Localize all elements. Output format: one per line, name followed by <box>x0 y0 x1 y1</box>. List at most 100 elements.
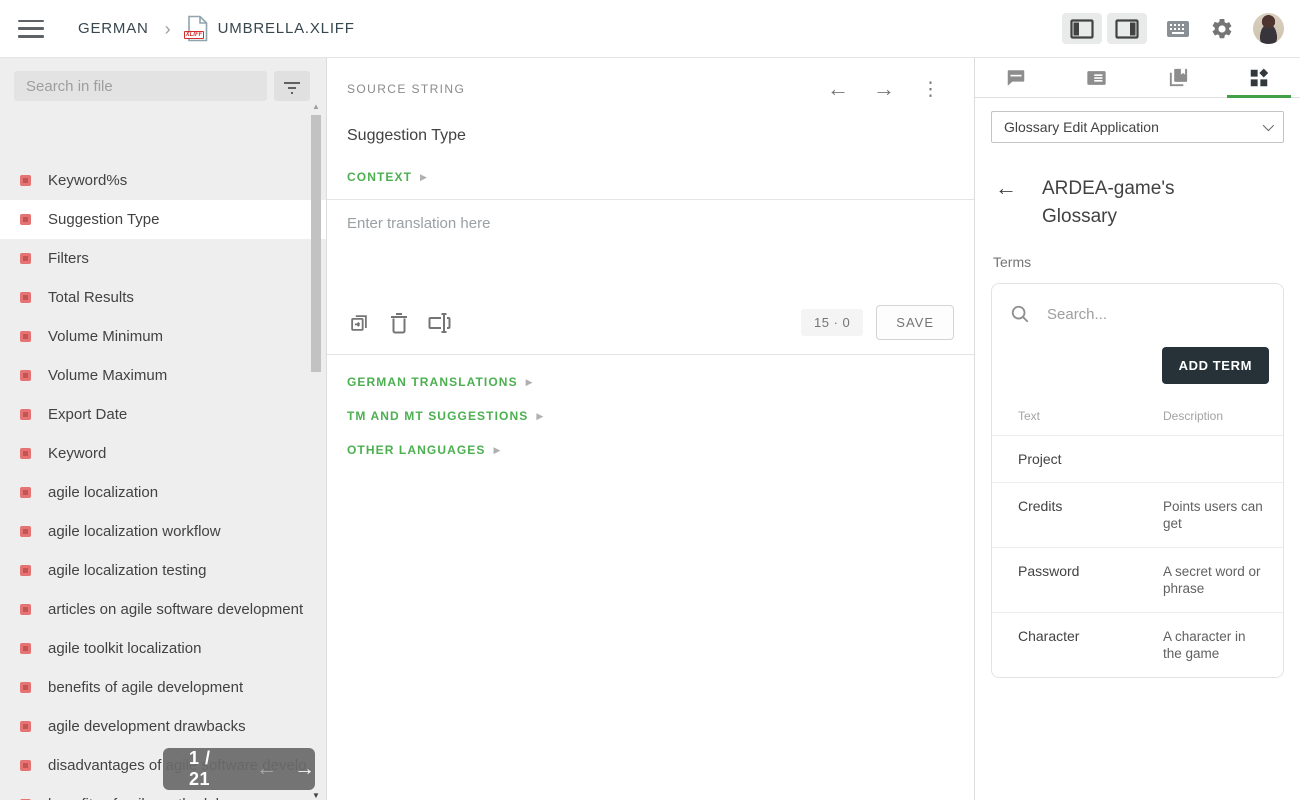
term-description: A secret word or phrase <box>1163 563 1268 597</box>
copy-icon <box>348 312 370 334</box>
page-indicator: 1 / 21 <box>189 748 232 790</box>
string-list-item[interactable]: agile development drawbacks <box>0 707 326 746</box>
sidebar-scrollbar[interactable]: ▲ ▼ <box>309 102 323 800</box>
terms-card: ADD TERM Text Description ProjectCredits… <box>991 283 1284 678</box>
term-row[interactable]: CharacterA character in the game <box>992 612 1283 677</box>
copy-source-button[interactable] <box>347 311 371 335</box>
string-list-item[interactable]: agile toolkit localization <box>0 629 326 668</box>
glossary-app-select-value: Glossary Edit Application <box>1004 119 1263 135</box>
section-toggle[interactable]: OTHER LANGUAGES▶ <box>347 443 954 457</box>
xliff-file-icon: XLIFF <box>187 15 209 42</box>
string-label: Volume Maximum <box>48 367 167 384</box>
more-options-icon[interactable]: ⋮ <box>921 80 940 99</box>
string-status-icon <box>20 448 31 459</box>
string-status-icon <box>20 253 31 264</box>
term-description: A character in the game <box>1163 628 1268 662</box>
right-panel: Glossary Edit Application ← ARDEA-game's… <box>975 58 1300 800</box>
string-list-item[interactable]: agile localization <box>0 473 326 512</box>
string-list-item[interactable]: benefits of agile development <box>0 668 326 707</box>
filter-icon <box>282 76 302 96</box>
translation-memory-icon <box>1085 67 1108 89</box>
chevron-right-icon: › <box>165 20 171 38</box>
term-row[interactable]: Project <box>992 435 1283 482</box>
topbar: GERMAN › XLIFF UMBRELLA.XLIFF <box>0 0 1300 58</box>
string-list-item[interactable]: agile localization testing <box>0 551 326 590</box>
add-term-button[interactable]: ADD TERM <box>1162 347 1269 384</box>
menu-icon[interactable] <box>18 20 44 38</box>
string-list: Keyword%sSuggestion TypeFiltersTotal Res… <box>0 161 326 800</box>
search-icon <box>1010 304 1030 324</box>
string-list-item[interactable]: Keyword <box>0 434 326 473</box>
string-label: benefits of agile development <box>48 679 243 696</box>
panel-tabs <box>975 58 1300 98</box>
scroll-down-icon[interactable]: ▼ <box>309 791 323 800</box>
terms-table: ProjectCreditsPoints users can getPasswo… <box>992 435 1283 677</box>
string-list-item[interactable]: Total Results <box>0 278 326 317</box>
tab-translations[interactable] <box>1056 58 1137 97</box>
keyboard-shortcuts-button[interactable] <box>1165 16 1191 42</box>
panel-left-icon <box>1070 19 1094 39</box>
string-status-icon <box>20 760 31 771</box>
expand-triangle-icon: ▶ <box>536 411 543 422</box>
string-list-item[interactable]: articles on agile software development <box>0 590 326 629</box>
scrollbar-thumb[interactable] <box>311 115 321 372</box>
tab-comments[interactable] <box>975 58 1056 97</box>
column-header-description: Description <box>1163 409 1223 423</box>
string-list-item[interactable]: Keyword%s <box>0 161 326 200</box>
terms-search-input[interactable] <box>1047 306 1227 323</box>
glossary-title: ARDEA-game's Glossary <box>1042 175 1207 231</box>
section-toggle[interactable]: GERMAN TRANSLATIONS ▶ <box>347 375 954 389</box>
section-label: TM AND MT SUGGESTIONS <box>347 409 528 423</box>
string-list-item[interactable]: Export Date <box>0 395 326 434</box>
glossary-app-select[interactable]: Glossary Edit Application <box>991 111 1284 143</box>
source-string-label: SOURCE STRING <box>347 82 465 96</box>
string-list-item[interactable]: agile localization workflow <box>0 512 326 551</box>
context-toggle[interactable]: CONTEXT ▶ <box>347 170 954 184</box>
string-list-item[interactable]: Filters <box>0 239 326 278</box>
save-button[interactable]: SAVE <box>876 305 954 340</box>
toggle-left-panel-button[interactable] <box>1062 13 1102 44</box>
panel-right-icon <box>1115 19 1139 39</box>
section-toggle[interactable]: TM AND MT SUGGESTIONS ▶ <box>347 409 954 423</box>
string-label: agile development drawbacks <box>48 718 246 735</box>
string-list-item[interactable]: Suggestion Type <box>0 200 326 239</box>
section-label: GERMAN TRANSLATIONS <box>347 375 518 389</box>
toggle-right-panel-button[interactable] <box>1107 13 1147 44</box>
string-status-icon <box>20 604 31 615</box>
search-in-file-input[interactable] <box>14 71 267 101</box>
previous-string-button[interactable]: ← <box>827 78 849 100</box>
term-row[interactable]: PasswordA secret word or phrase <box>992 547 1283 612</box>
string-label: Export Date <box>48 406 127 423</box>
string-status-icon <box>20 214 31 225</box>
breadcrumb-language[interactable]: GERMAN <box>78 20 149 37</box>
next-page-button[interactable]: → <box>294 757 315 781</box>
tab-glossary-books[interactable] <box>1138 58 1219 97</box>
settings-button[interactable] <box>1209 16 1235 42</box>
term-description <box>1163 451 1268 467</box>
tab-applications[interactable] <box>1219 58 1300 97</box>
filter-button[interactable] <box>274 71 310 101</box>
column-header-text: Text <box>1018 409 1163 423</box>
rename-string-button[interactable] <box>427 311 451 335</box>
string-list-item[interactable]: Volume Maximum <box>0 356 326 395</box>
term-text: Password <box>1018 563 1163 597</box>
translation-editor: SOURCE STRING ← → ⋮ Suggestion Type CONT… <box>327 58 975 800</box>
string-list-item[interactable]: Volume Minimum <box>0 317 326 356</box>
breadcrumb-file-name[interactable]: UMBRELLA.XLIFF <box>218 20 355 37</box>
context-label: CONTEXT <box>347 170 412 184</box>
chevron-down-icon <box>1263 120 1274 131</box>
string-status-icon <box>20 292 31 303</box>
comment-icon <box>1005 67 1027 89</box>
term-row[interactable]: CreditsPoints users can get <box>992 482 1283 547</box>
previous-page-button[interactable]: ← <box>256 757 277 781</box>
scroll-up-icon[interactable]: ▲ <box>309 102 323 111</box>
translation-input[interactable] <box>347 215 954 303</box>
clear-translation-button[interactable] <box>387 311 411 335</box>
string-status-icon <box>20 370 31 381</box>
string-status-icon <box>20 331 31 342</box>
text-field-icon <box>427 312 451 334</box>
next-string-button[interactable]: → <box>873 78 895 100</box>
user-avatar[interactable] <box>1253 13 1284 44</box>
expand-triangle-icon: ▶ <box>526 377 533 388</box>
glossary-back-button[interactable]: ← <box>995 175 1017 231</box>
